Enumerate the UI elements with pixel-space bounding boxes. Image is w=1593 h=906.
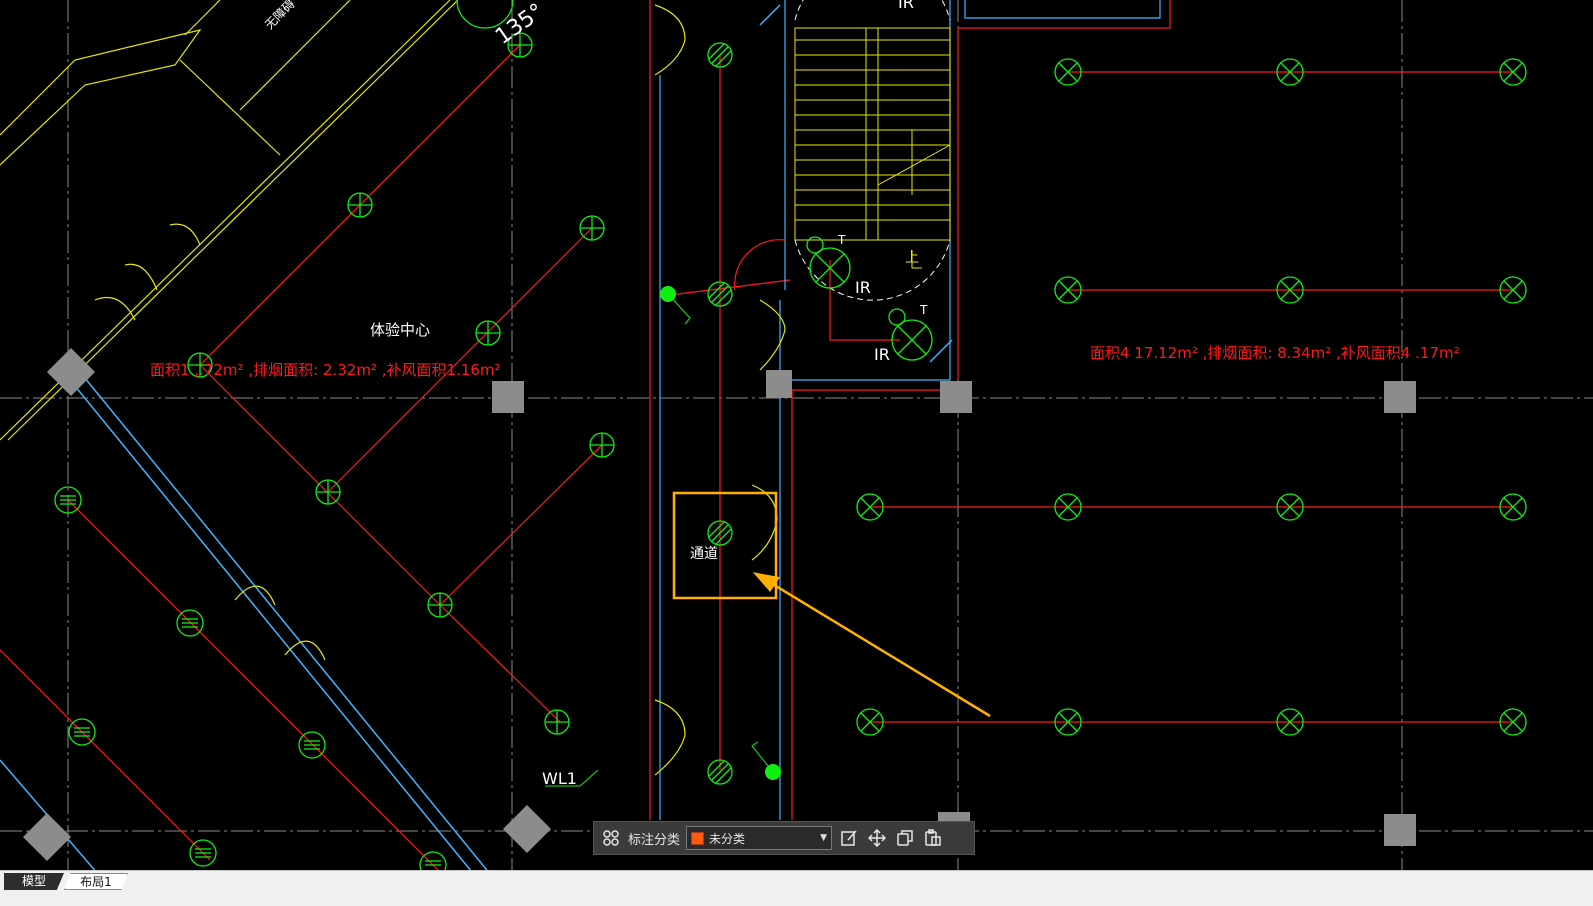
green-leaders xyxy=(545,293,774,787)
tab-layout1[interactable]: 布局1 xyxy=(64,873,128,890)
wl-label: WL1 xyxy=(542,769,577,788)
t-label: T xyxy=(837,233,846,247)
up-label: 上 xyxy=(905,250,919,266)
ir-label: IR xyxy=(898,0,914,12)
stair-arc xyxy=(794,239,951,301)
stair xyxy=(794,27,951,269)
category-value: 未分类 xyxy=(709,831,746,846)
detector-symbols xyxy=(54,0,1527,879)
corridor-walls xyxy=(659,0,1161,820)
ir-label: IR xyxy=(855,278,871,297)
diagonal-walls xyxy=(0,371,496,888)
t-label: T xyxy=(919,303,928,317)
stair-arc-top xyxy=(794,0,951,21)
tab-model[interactable]: 模型 xyxy=(4,873,64,890)
left-area-note: 面积1 ,.72m² ,排烟面积: 2.32m² ,补风面积1.16m² xyxy=(150,361,501,379)
annotation-toolbar: 标注分类 未分类 ▼ xyxy=(593,821,975,855)
annotation-arrow xyxy=(752,572,991,718)
annotation-category-label: 标注分类 xyxy=(628,832,681,848)
ir-label: IR xyxy=(874,345,890,364)
category-dropdown[interactable]: 未分类 ▼ xyxy=(686,826,833,850)
edit-icon[interactable] xyxy=(838,827,860,849)
rotated-label: 无障碍 xyxy=(262,0,298,32)
red-door-arc xyxy=(734,239,786,291)
corridor-label: 通道 xyxy=(690,546,718,562)
copy-icon[interactable] xyxy=(894,827,916,849)
cad-drawing-canvas[interactable]: 体验中心 通道 面积1 ,.72m² ,排烟面积: 2.32m² ,补风面积1.… xyxy=(0,0,1593,888)
right-area-note: 面积4 17.12m² ,排烟面积: 8.34m² ,补风面积4 .17m² xyxy=(1090,344,1460,362)
room-label: 体验中心 xyxy=(370,321,430,339)
move-icon[interactable] xyxy=(866,827,888,849)
chevron-down-icon: ▼ xyxy=(820,833,828,843)
paste-icon[interactable] xyxy=(922,827,944,849)
status-bar: 模型 布局1 xyxy=(0,870,1593,906)
red-pipes xyxy=(0,0,1513,873)
grid-icon[interactable] xyxy=(600,827,622,849)
category-color-swatch xyxy=(691,831,705,845)
